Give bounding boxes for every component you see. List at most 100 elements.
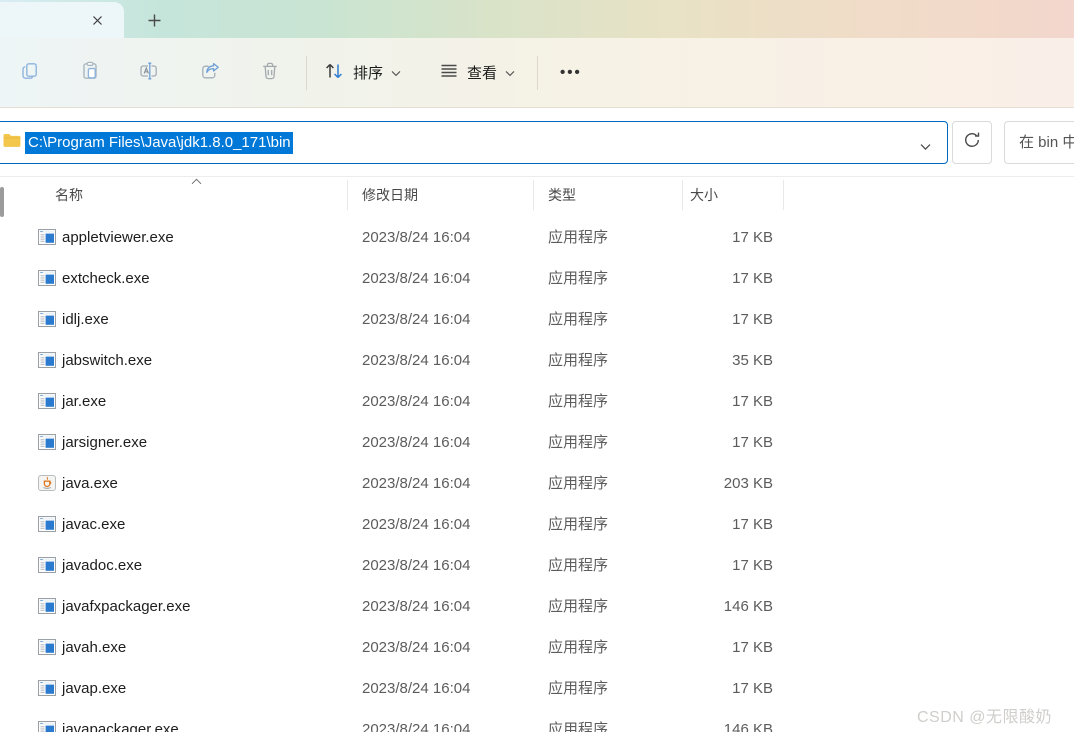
exe-file-icon (38, 311, 56, 327)
exe-file-icon (38, 434, 56, 450)
view-icon (439, 62, 459, 84)
column-header-name[interactable]: 名称 (55, 185, 83, 205)
new-tab-button[interactable] (143, 10, 165, 30)
file-row[interactable]: javapackager.exe 2023/8/24 16:04 应用程序 14… (0, 709, 1074, 732)
column-divider[interactable] (533, 180, 534, 210)
address-row: C:\Program Files\Java\jdk1.8.0_171\bin (0, 108, 1074, 177)
column-divider[interactable] (347, 180, 348, 210)
explorer-tab[interactable] (0, 2, 124, 38)
exe-file-icon (38, 352, 56, 368)
file-row[interactable]: extcheck.exe 2023/8/24 16:04 应用程序 17 KB (0, 258, 1074, 299)
address-dropdown-icon[interactable] (920, 138, 931, 156)
paste-button[interactable] (80, 63, 100, 83)
delete-button[interactable] (260, 63, 280, 83)
exe-file-icon (38, 516, 56, 532)
file-name: jabswitch.exe (62, 340, 152, 381)
scrollbar-fragment[interactable] (0, 187, 4, 217)
share-icon (200, 61, 221, 84)
search-input[interactable] (1005, 134, 1074, 151)
file-row[interactable]: java.exe 2023/8/24 16:04 应用程序 203 KB (0, 463, 1074, 504)
exe-file-icon (38, 557, 56, 573)
file-size: 17 KB (655, 504, 773, 545)
file-type: 应用程序 (548, 422, 608, 463)
more-button[interactable]: ••• (560, 64, 582, 81)
file-row[interactable]: jar.exe 2023/8/24 16:04 应用程序 17 KB (0, 381, 1074, 422)
file-row[interactable]: javadoc.exe 2023/8/24 16:04 应用程序 17 KB (0, 545, 1074, 586)
file-size: 146 KB (655, 709, 773, 732)
file-row[interactable]: appletviewer.exe 2023/8/24 16:04 应用程序 17… (0, 217, 1074, 258)
toolbar-separator (306, 56, 307, 90)
java-file-icon (38, 475, 56, 491)
file-row[interactable]: javap.exe 2023/8/24 16:04 应用程序 17 KB (0, 668, 1074, 709)
share-button[interactable] (200, 63, 220, 83)
file-name: javafxpackager.exe (62, 586, 190, 627)
sort-label: 排序 (353, 62, 383, 83)
exe-file-icon (38, 393, 56, 409)
chevron-down-icon (391, 64, 401, 81)
file-row[interactable]: javafxpackager.exe 2023/8/24 16:04 应用程序 … (0, 586, 1074, 627)
column-header-date[interactable]: 修改日期 (362, 185, 418, 205)
file-row[interactable]: jarsigner.exe 2023/8/24 16:04 应用程序 17 KB (0, 422, 1074, 463)
file-name: idlj.exe (62, 299, 109, 340)
column-divider[interactable] (783, 180, 784, 210)
file-row[interactable]: idlj.exe 2023/8/24 16:04 应用程序 17 KB (0, 299, 1074, 340)
toolbar-separator (537, 56, 538, 90)
rename-button[interactable] (140, 63, 160, 83)
refresh-button[interactable] (952, 121, 992, 164)
file-date: 2023/8/24 16:04 (362, 668, 470, 709)
file-name: javapackager.exe (62, 709, 179, 732)
trash-icon (260, 61, 280, 84)
tab-bar (0, 0, 1074, 38)
file-type: 应用程序 (548, 217, 608, 258)
exe-file-icon (38, 229, 56, 245)
file-row[interactable]: jabswitch.exe 2023/8/24 16:04 应用程序 35 KB (0, 340, 1074, 381)
file-name: java.exe (62, 463, 118, 504)
file-name: jar.exe (62, 381, 106, 422)
file-size: 35 KB (655, 340, 773, 381)
file-date: 2023/8/24 16:04 (362, 422, 470, 463)
file-name: jarsigner.exe (62, 422, 147, 463)
exe-file-icon (38, 598, 56, 614)
rename-icon (139, 61, 161, 84)
file-size: 17 KB (655, 422, 773, 463)
file-type: 应用程序 (548, 258, 608, 299)
file-date: 2023/8/24 16:04 (362, 709, 470, 732)
file-size: 17 KB (655, 627, 773, 668)
file-date: 2023/8/24 16:04 (362, 217, 470, 258)
file-row[interactable]: javac.exe 2023/8/24 16:04 应用程序 17 KB (0, 504, 1074, 545)
exe-file-icon (38, 680, 56, 696)
file-date: 2023/8/24 16:04 (362, 586, 470, 627)
column-header-type[interactable]: 类型 (548, 185, 576, 205)
file-list: appletviewer.exe 2023/8/24 16:04 应用程序 17… (0, 217, 1074, 732)
copy-button[interactable] (20, 63, 40, 83)
sort-button[interactable]: 排序 (323, 61, 401, 85)
file-type: 应用程序 (548, 381, 608, 422)
file-name: javac.exe (62, 504, 125, 545)
address-input[interactable]: C:\Program Files\Java\jdk1.8.0_171\bin (0, 121, 948, 164)
file-type: 应用程序 (548, 586, 608, 627)
file-row[interactable]: javah.exe 2023/8/24 16:04 应用程序 17 KB (0, 627, 1074, 668)
file-type: 应用程序 (548, 709, 608, 732)
search-box (1004, 121, 1074, 164)
command-bar: 排序 查看 ••• (0, 38, 1074, 108)
copy-icon (20, 61, 40, 84)
close-tab-icon[interactable] (88, 11, 106, 29)
file-date: 2023/8/24 16:04 (362, 299, 470, 340)
file-type: 应用程序 (548, 463, 608, 504)
file-name: javah.exe (62, 627, 126, 668)
file-size: 146 KB (655, 586, 773, 627)
address-path-selected: C:\Program Files\Java\jdk1.8.0_171\bin (25, 132, 293, 154)
file-size: 17 KB (655, 258, 773, 299)
column-header-size[interactable]: 大小 (690, 185, 718, 205)
file-date: 2023/8/24 16:04 (362, 340, 470, 381)
folder-icon (3, 133, 21, 153)
column-divider[interactable] (682, 180, 683, 210)
chevron-down-icon (505, 64, 515, 81)
file-size: 17 KB (655, 217, 773, 258)
file-date: 2023/8/24 16:04 (362, 504, 470, 545)
file-date: 2023/8/24 16:04 (362, 381, 470, 422)
more-icon: ••• (560, 64, 582, 81)
view-button[interactable]: 查看 (439, 62, 515, 84)
list-header: 名称 修改日期 类型 大小 (0, 178, 1074, 212)
file-name: javadoc.exe (62, 545, 142, 586)
